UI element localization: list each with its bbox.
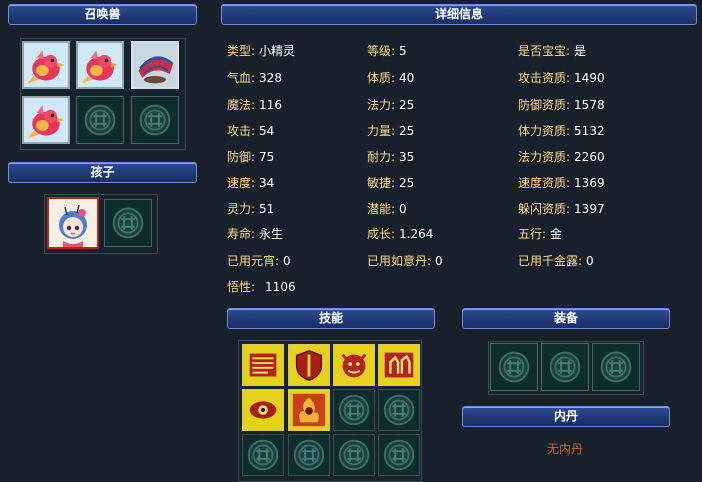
equipment-panel-header: 装备 [462, 308, 670, 329]
skill-slot-5[interactable] [242, 389, 284, 431]
attr-growth: 成长: 1.264 [367, 227, 434, 241]
empty-slot-emblem-icon [112, 207, 144, 239]
fighters-skill-icon [384, 352, 414, 378]
pet-slot-4[interactable] [22, 96, 70, 144]
pet-slot-6[interactable] [131, 96, 179, 144]
skill-slot-8[interactable] [378, 389, 420, 431]
equipment-slot-1[interactable] [490, 343, 538, 391]
demon-face-skill-icon [341, 353, 367, 378]
scroll-skill-icon [249, 353, 277, 377]
attr-used-ruyidan: 已用如意丹: 0 [367, 254, 443, 268]
skill-slot-9[interactable] [242, 434, 284, 476]
skill-slot-11[interactable] [333, 434, 375, 476]
neidan-empty-text: 无内丹 [546, 442, 583, 456]
details-panel-header: 详细信息 [221, 4, 697, 25]
attr-five-elements: 五行: 金 [518, 227, 563, 241]
summon-panel-header: 召唤兽 [8, 4, 197, 25]
skill-slot-7[interactable] [333, 389, 375, 431]
shield-skill-icon [295, 349, 323, 382]
child-slot-2[interactable] [104, 199, 152, 247]
child-slot-1[interactable] [47, 197, 99, 249]
empty-slot-emblem-icon [84, 104, 116, 136]
empty-slot-emblem-icon [338, 439, 370, 471]
red-fan-pet-icon [133, 43, 177, 87]
attr-speed-aptitude: 速度资质: 1369 [518, 176, 605, 190]
eye-skill-icon [249, 401, 277, 419]
empty-slot-emblem-icon [293, 439, 325, 471]
attr-speed: 速度: 34 [227, 176, 275, 190]
pet-slot-3[interactable] [131, 41, 179, 89]
child-panel-header: 孩子 [8, 162, 197, 183]
attr-potential: 潜能: 0 [367, 202, 407, 216]
attr-constitution: 体质: 40 [367, 71, 415, 85]
skill-slot-12[interactable] [378, 434, 420, 476]
attr-dodge-aptitude: 躲闪资质: 1397 [518, 202, 605, 216]
attr-strength: 力量: 25 [367, 124, 415, 138]
attr-attack: 攻击: 54 [227, 124, 275, 138]
neidan-panel-header: 内丹 [462, 406, 670, 427]
attr-stamina-aptitude: 体力资质: 5132 [518, 124, 605, 138]
equipment-slot-3[interactable] [592, 343, 640, 391]
empty-slot-emblem-icon [498, 351, 530, 383]
attr-agility: 敏捷: 25 [367, 176, 415, 190]
red-bird-pet-icon [24, 43, 68, 87]
attr-used-yuanxiao: 已用元宵: 0 [227, 254, 291, 268]
attr-spirit: 灵力: 51 [227, 202, 275, 216]
attr-comprehension: 悟性: 1106 [227, 280, 296, 294]
red-bird-pet-icon [78, 43, 122, 87]
skill-slot-6[interactable] [288, 389, 330, 431]
skill-slot-10[interactable] [288, 434, 330, 476]
attr-mp: 魔法: 116 [227, 98, 282, 112]
skill-slot-4[interactable] [378, 344, 420, 386]
fire-figure-skill-icon [292, 393, 326, 427]
attr-defense-aptitude: 防御资质: 1578 [518, 98, 605, 112]
empty-slot-emblem-icon [383, 394, 415, 426]
attr-attack-aptitude: 攻击资质: 1490 [518, 71, 605, 85]
pet-slot-1[interactable] [22, 41, 70, 89]
empty-slot-emblem-icon [600, 351, 632, 383]
attr-level: 等级: 5 [367, 44, 407, 58]
pet-slot-2[interactable] [76, 41, 124, 89]
equipment-slot-2[interactable] [541, 343, 589, 391]
attr-defense: 防御: 75 [227, 150, 275, 164]
skill-slot-2[interactable] [288, 344, 330, 386]
empty-slot-emblem-icon [139, 104, 171, 136]
skill-slot-3[interactable] [333, 344, 375, 386]
red-bird-pet-icon [24, 98, 68, 142]
attr-type: 类型: 小精灵 [227, 44, 296, 58]
empty-slot-emblem-icon [247, 439, 279, 471]
pet-slot-5[interactable] [76, 96, 124, 144]
skill-slot-1[interactable] [242, 344, 284, 386]
attr-endurance: 耐力: 35 [367, 150, 415, 164]
empty-slot-emblem-icon [383, 439, 415, 471]
attr-is-baby: 是否宝宝: 是 [518, 44, 587, 58]
elf-child-portrait-icon [49, 199, 97, 247]
attr-magic-power: 法力: 25 [367, 98, 415, 112]
empty-slot-emblem-icon [549, 351, 581, 383]
empty-slot-emblem-icon [338, 394, 370, 426]
attr-lifespan: 寿命: 永生 [227, 227, 284, 241]
skills-panel-header: 技能 [227, 308, 435, 329]
attr-hp: 气血: 328 [227, 71, 282, 85]
attr-used-qianjinlu: 已用千金露: 0 [518, 254, 594, 268]
attr-magic-aptitude: 法力资质: 2260 [518, 150, 605, 164]
